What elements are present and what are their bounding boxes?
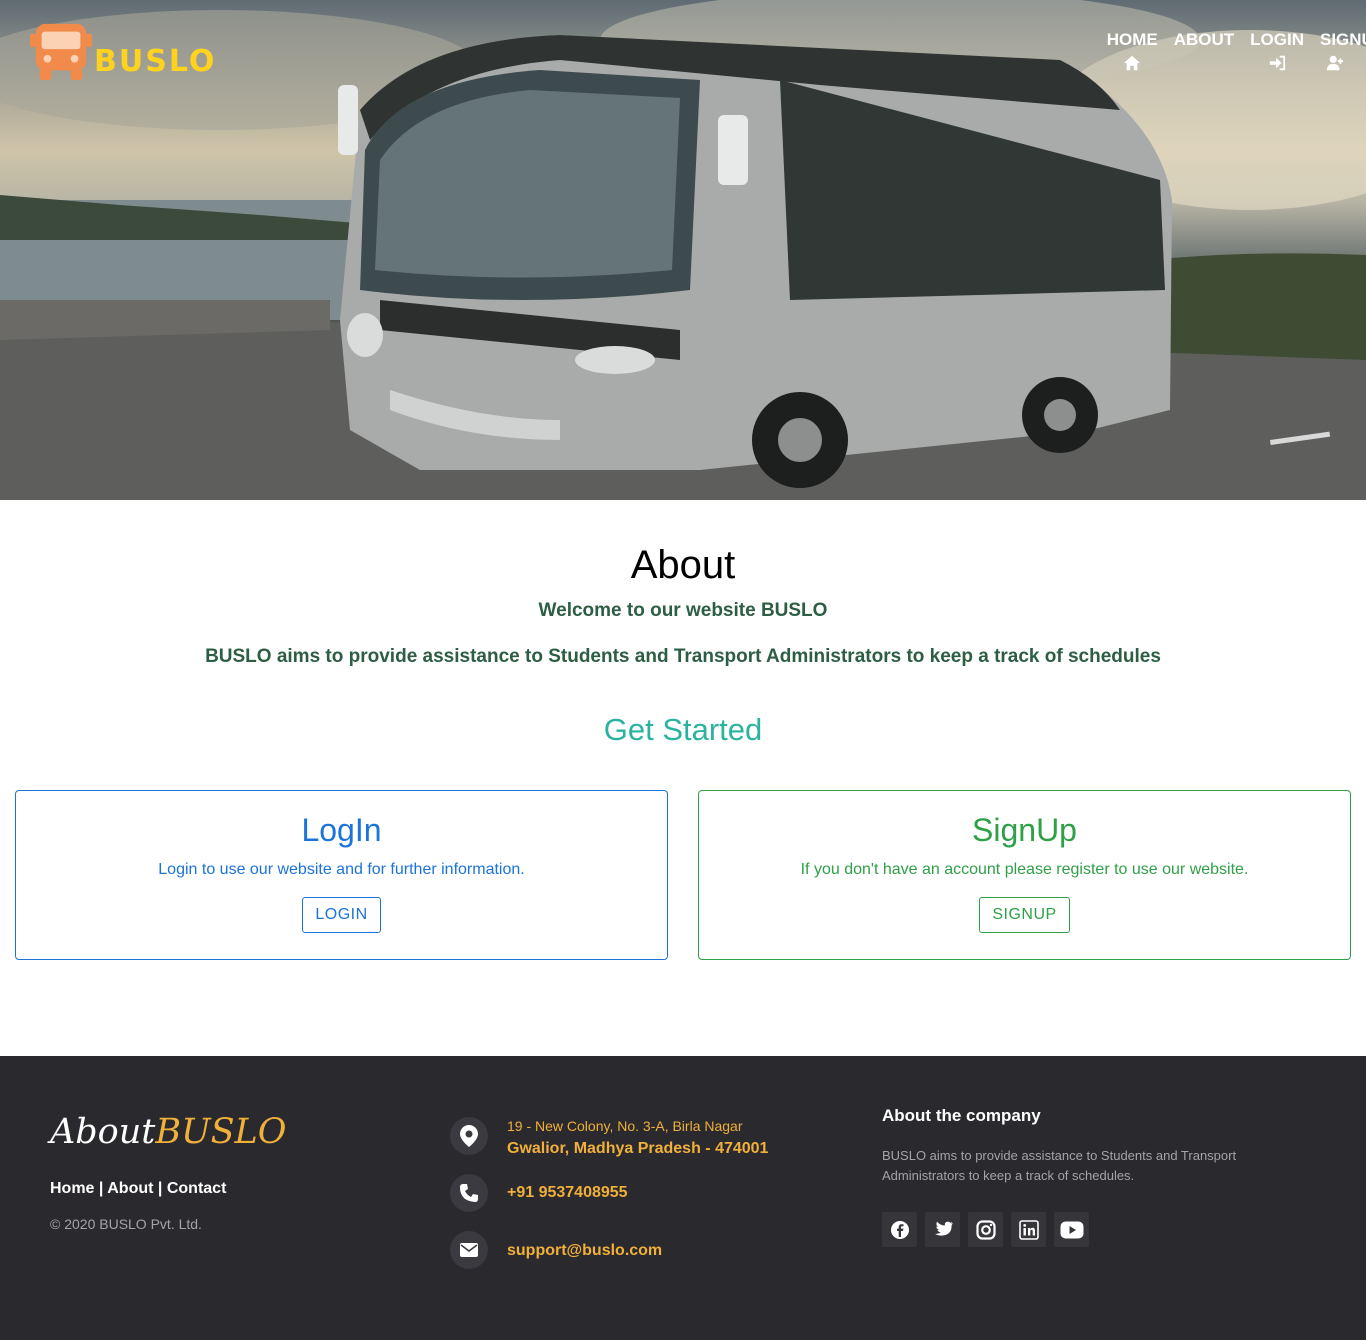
- bus-icon: [30, 20, 92, 87]
- nav-login-label: LOGIN: [1250, 30, 1304, 49]
- company-title: About the company: [882, 1106, 1041, 1125]
- about-company: About the company BUSLO aims to provide …: [882, 1106, 1262, 1247]
- nav-login[interactable]: LOGIN: [1250, 30, 1304, 72]
- signup-card-title: SignUp: [972, 812, 1077, 848]
- nav-home-label: HOME: [1106, 30, 1158, 49]
- main-nav: HOME ABOUT LOGIN SIGNUP: [1107, 30, 1366, 72]
- signup-card-text: If you don't have an account please regi…: [800, 861, 1249, 878]
- brand-name: BUSLO: [94, 44, 217, 79]
- linkedin-icon[interactable]: [1011, 1212, 1046, 1247]
- facebook-icon[interactable]: [882, 1212, 917, 1247]
- nav-about[interactable]: ABOUT: [1174, 30, 1234, 72]
- nav-about-label: ABOUT: [1173, 30, 1235, 49]
- footer-link-contact[interactable]: Contact: [167, 1180, 227, 1197]
- email-link[interactable]: support@buslo.com: [507, 1242, 662, 1260]
- aim-text: BUSLO aims to provide assistance to Stud…: [205, 646, 1161, 667]
- footer-brand-buslo: BUSLO: [155, 1112, 287, 1152]
- login-card-title: LogIn: [301, 812, 382, 848]
- address-line-1: 19 - New Colony, No. 3-A, Birla Nagar: [507, 1118, 743, 1134]
- youtube-icon[interactable]: [1054, 1212, 1089, 1247]
- nav-signup-label: SIGNUP: [1320, 30, 1366, 49]
- footer-link-separator: |: [157, 1180, 163, 1197]
- footer-link-separator: |: [98, 1180, 104, 1197]
- footer: AboutBUSLO Home | About | Contact © 2020…: [0, 1056, 1366, 1340]
- footer-link-about[interactable]: About: [107, 1180, 153, 1197]
- map-marker-icon: [450, 1117, 488, 1155]
- phone-number[interactable]: +91 9537408955: [507, 1184, 628, 1202]
- login-card-text: Login to use our website and for further…: [158, 861, 525, 878]
- home-icon: [1124, 55, 1141, 71]
- footer-link-home[interactable]: Home: [50, 1180, 94, 1197]
- social-links: [882, 1212, 1262, 1247]
- user-plus-icon: [1326, 55, 1344, 71]
- envelope-icon: [450, 1231, 488, 1269]
- sign-in-icon: [1269, 55, 1286, 71]
- login-card: LogIn Login to use our website and for f…: [15, 790, 668, 960]
- about-section: About Welcome to our website BUSLO BUSLO…: [0, 542, 1366, 748]
- nav-signup[interactable]: SIGNUP: [1320, 30, 1366, 72]
- nav-home[interactable]: HOME: [1107, 30, 1158, 72]
- footer-links: Home | About | Contact: [50, 1180, 226, 1198]
- twitter-icon[interactable]: [925, 1212, 960, 1247]
- footer-brand-about: About: [50, 1112, 156, 1152]
- address-line-2: Gwalior, Madhya Pradesh - 474001: [507, 1140, 769, 1157]
- copyright: © 2020 BUSLO Pvt. Ltd.: [50, 1216, 202, 1232]
- signup-card: SignUp If you don't have an account plea…: [698, 790, 1351, 960]
- signup-button[interactable]: SIGNUP: [979, 897, 1070, 933]
- welcome-text: Welcome to our website BUSLO: [538, 600, 828, 621]
- company-text: BUSLO aims to provide assistance to Stud…: [882, 1148, 1237, 1183]
- login-button[interactable]: LOGIN: [302, 897, 381, 933]
- get-started-heading: Get Started: [603, 712, 763, 747]
- hero-banner: BUSLO HOME ABOUT LOGIN SIGNUP: [0, 0, 1366, 500]
- instagram-icon[interactable]: [968, 1212, 1003, 1247]
- footer-brand: AboutBUSLO: [50, 1112, 287, 1152]
- phone-icon: [450, 1174, 488, 1212]
- action-cards: LogIn Login to use our website and for f…: [0, 790, 1366, 960]
- brand-logo[interactable]: BUSLO: [30, 20, 216, 87]
- about-title: About: [630, 543, 736, 587]
